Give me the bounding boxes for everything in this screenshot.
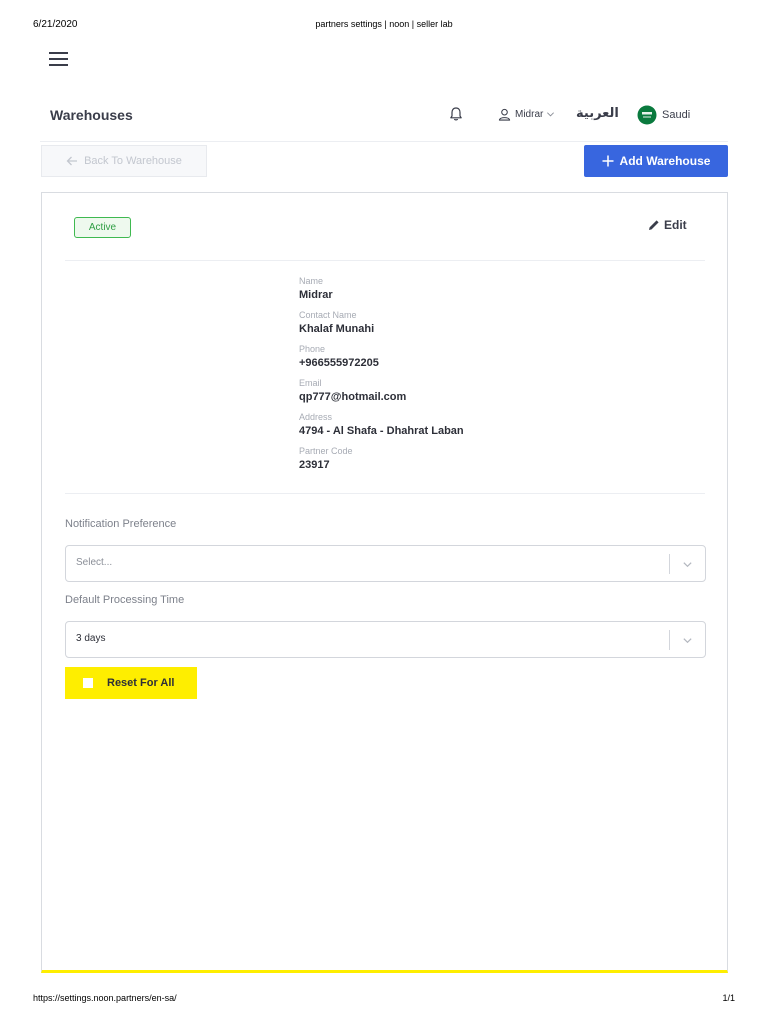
status-badge: Active	[74, 217, 131, 238]
notification-preference-select[interactable]: Select...	[65, 545, 706, 582]
detail-email: Email qp777@hotmail.com	[299, 378, 699, 412]
default-processing-time-label: Default Processing Time	[65, 594, 185, 606]
add-warehouse-button[interactable]: Add Warehouse	[584, 145, 728, 177]
menu-icon[interactable]	[49, 51, 68, 67]
detail-value: 23917	[299, 459, 330, 471]
detail-label: Name	[299, 276, 324, 286]
pencil-icon	[649, 220, 659, 230]
plus-icon	[602, 155, 614, 167]
warehouse-card: Active Edit Name Midrar Contact Name Kha…	[41, 192, 728, 973]
saudi-flag-icon	[637, 105, 657, 125]
detail-contact-name: Contact Name Khalaf Munahi	[299, 310, 699, 344]
back-button-label: Back To Warehouse	[84, 155, 182, 167]
select-value: 3 days	[76, 633, 106, 644]
user-menu[interactable]: Midrar	[498, 106, 555, 122]
card-divider	[65, 493, 705, 494]
user-icon	[498, 108, 511, 121]
detail-value: 4794 - Al Shafa - Dhahrat Laban	[299, 425, 464, 437]
reset-checkbox[interactable]	[83, 678, 93, 688]
detail-label: Phone	[299, 344, 326, 354]
select-separator	[669, 630, 670, 650]
menu-icon-bar	[49, 64, 68, 66]
chevron-down-icon	[683, 562, 692, 568]
reset-label: Reset For All	[107, 677, 175, 689]
back-to-warehouse-button[interactable]: Back To Warehouse	[41, 145, 207, 177]
header-divider	[40, 141, 728, 142]
country-selector[interactable]: Saudi	[637, 105, 690, 125]
card-divider	[65, 260, 705, 261]
detail-label: Contact Name	[299, 310, 357, 320]
add-button-label: Add Warehouse	[619, 154, 711, 168]
select-placeholder: Select...	[76, 557, 113, 568]
detail-value: +966555972205	[299, 357, 379, 369]
select-separator	[669, 554, 670, 574]
language-switch-link[interactable]: العربية	[576, 105, 619, 121]
detail-value: Khalaf Munahi	[299, 323, 375, 335]
reset-for-all-button[interactable]: Reset For All	[65, 667, 197, 699]
detail-label: Email	[299, 378, 322, 388]
detail-phone: Phone +966555972205	[299, 344, 699, 378]
detail-name: Name Midrar	[299, 276, 699, 310]
detail-value: Midrar	[299, 289, 333, 301]
default-processing-time-select[interactable]: 3 days	[65, 621, 706, 658]
edit-label: Edit	[664, 218, 687, 232]
warehouse-details: Name Midrar Contact Name Khalaf Munahi P…	[299, 276, 699, 480]
print-page-number: 1/1	[722, 993, 735, 1003]
print-url: https://settings.noon.partners/en-sa/	[33, 993, 177, 1003]
print-title: partners settings | noon | seller lab	[315, 19, 453, 29]
edit-button[interactable]: Edit	[648, 217, 687, 233]
notification-preference-label: Notification Preference	[65, 518, 177, 530]
bell-icon[interactable]	[448, 106, 464, 122]
page-title: Warehouses	[50, 107, 133, 123]
detail-label: Partner Code	[299, 446, 353, 456]
detail-label: Address	[299, 412, 333, 422]
detail-partner-code: Partner Code 23917	[299, 446, 699, 480]
menu-icon-bar	[49, 58, 68, 60]
arrow-left-icon	[66, 156, 78, 166]
menu-icon-bar	[49, 52, 68, 54]
country-name: Saudi	[662, 109, 691, 121]
chevron-down-icon	[683, 638, 692, 644]
user-name: Midrar	[515, 108, 544, 120]
chevron-down-icon	[547, 111, 555, 116]
detail-address: Address 4794 - Al Shafa - Dhahrat Laban	[299, 412, 699, 446]
detail-value: qp777@hotmail.com	[299, 391, 407, 403]
